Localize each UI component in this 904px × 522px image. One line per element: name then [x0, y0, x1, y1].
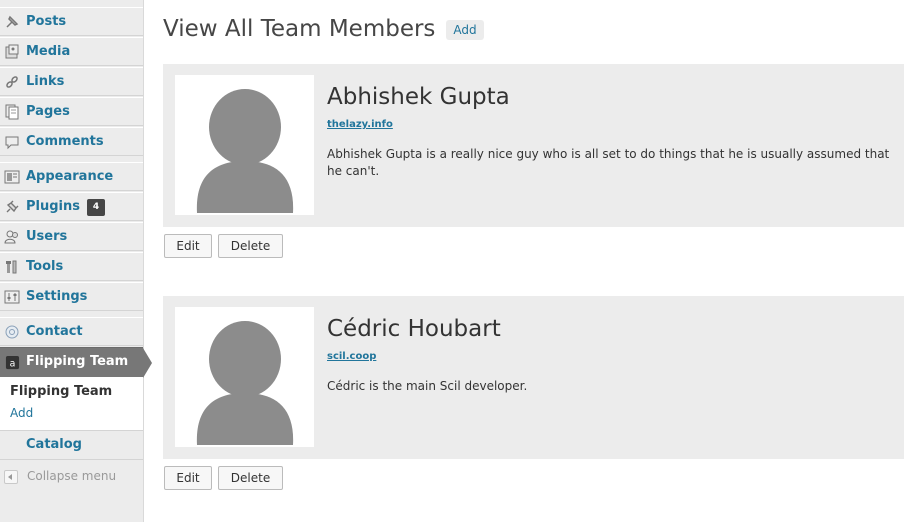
sidebar-item-label: Contact [26, 324, 83, 339]
sidebar-item-label: Users [26, 229, 68, 244]
sidebar-item-comments[interactable]: Comments [0, 127, 143, 156]
flipping-team-submenu: Flipping Team Add [0, 377, 143, 431]
member-description: Cédric is the main Scil developer. [327, 379, 528, 393]
sidebar-item-label: Flipping Team [26, 354, 129, 369]
sidebar-item-links[interactable]: Links [0, 67, 143, 96]
member-avatar [175, 75, 314, 215]
sidebar-item-label: Pages [26, 104, 70, 119]
member-name: Abhishek Gupta [327, 84, 510, 110]
default-avatar-silhouette-icon [196, 89, 294, 213]
collapse-menu-label: Collapse menu [27, 469, 117, 483]
pages-icon [5, 104, 19, 120]
sidebar-item-label: Links [26, 74, 65, 89]
contact-icon [5, 325, 19, 339]
member-website-link[interactable]: scil.coop [327, 351, 376, 362]
collapse-arrow-icon [4, 470, 18, 484]
sidebar-item-label: Comments [26, 134, 104, 149]
sidebar-item-label: Posts [26, 14, 67, 29]
sidebar-item-posts[interactable]: Posts [0, 7, 143, 36]
links-icon [6, 76, 18, 88]
delete-button[interactable]: Delete [218, 234, 283, 258]
plugins-icon [6, 200, 19, 213]
edit-button[interactable]: Edit [164, 234, 212, 258]
admin-sidebar: Posts Media Links Pages Comments Appeara… [0, 0, 152, 522]
sidebar-item-catalog[interactable]: Catalog [0, 431, 143, 460]
sidebar-item-settings[interactable]: Settings [0, 282, 143, 311]
sidebar-item-pages[interactable]: Pages [0, 97, 143, 126]
default-avatar-silhouette-icon [196, 321, 294, 445]
submenu-item-flipping-team[interactable]: Flipping Team [10, 384, 112, 399]
users-icon [4, 230, 18, 244]
edit-button[interactable]: Edit [164, 466, 212, 490]
posts-icon [6, 15, 19, 28]
member-website-link[interactable]: thelazy.info [327, 119, 393, 130]
sidebar-item-label: Media [26, 44, 71, 59]
member-description: Abhishek Gupta is a really nice guy who … [327, 147, 890, 178]
member-card: Cédric Houbart scil.coop Cédric is the m… [163, 296, 904, 459]
sidebar-item-label: Plugins [26, 199, 80, 214]
sidebar-item-media[interactable]: Media [0, 37, 143, 66]
member-avatar [175, 307, 314, 447]
sidebar-item-label: Catalog [26, 437, 82, 452]
current-menu-arrow [143, 348, 152, 378]
settings-icon [4, 290, 20, 304]
appearance-icon [4, 170, 20, 184]
flipping-team-icon: a [5, 355, 20, 369]
comments-icon [5, 136, 19, 150]
submenu-item-add[interactable]: Add [10, 406, 33, 420]
sidebar-item-contact[interactable]: Contact [0, 317, 143, 346]
svg-text:a: a [10, 358, 16, 369]
sidebar-item-plugins[interactable]: Plugins 4 [0, 192, 143, 221]
tools-icon [6, 260, 17, 274]
sidebar-item-label: Tools [26, 259, 64, 274]
sidebar-item-users[interactable]: Users [0, 222, 143, 251]
member-card: Abhishek Gupta thelazy.info Abhishek Gup… [163, 64, 904, 227]
sidebar-item-flipping-team[interactable]: a Flipping Team [0, 347, 152, 378]
add-member-button[interactable]: Add [446, 20, 484, 40]
plugins-update-count-badge: 4 [87, 199, 105, 216]
sidebar-item-appearance[interactable]: Appearance [0, 162, 143, 191]
sidebar-item-tools[interactable]: Tools [0, 252, 143, 281]
sidebar-item-label: Appearance [26, 169, 114, 184]
page-title: View All Team Members [163, 16, 436, 42]
collapse-menu-button[interactable]: Collapse menu [0, 466, 143, 490]
delete-button[interactable]: Delete [218, 466, 283, 490]
member-name: Cédric Houbart [327, 316, 501, 342]
sidebar-item-label: Settings [26, 289, 88, 304]
media-icon [5, 44, 19, 59]
